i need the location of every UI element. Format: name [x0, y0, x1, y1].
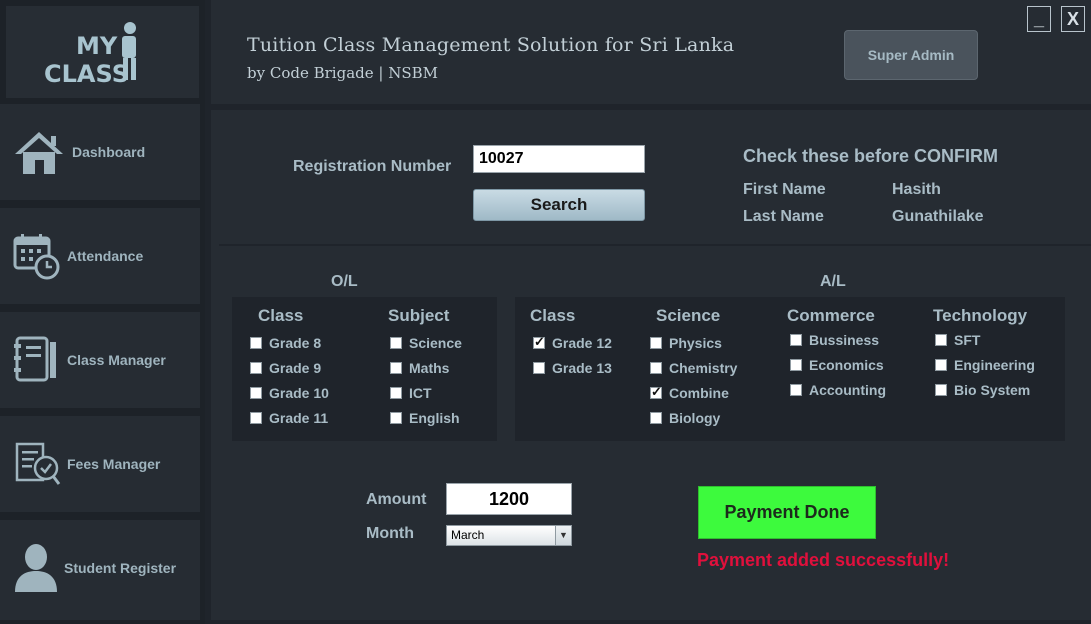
minimize-button[interactable]: _ [1027, 6, 1051, 32]
checkbox[interactable] [790, 384, 802, 396]
checkbox[interactable] [250, 362, 262, 374]
checkbox[interactable] [790, 359, 802, 371]
al-technology-header: Technology [933, 306, 1028, 325]
divider [219, 244, 1091, 246]
checkbox[interactable] [390, 337, 402, 349]
checkbox[interactable] [250, 412, 262, 424]
month-label: Month [366, 525, 414, 542]
registration-number-label: Registration Number [293, 158, 452, 175]
checkbox[interactable] [533, 334, 545, 350]
checkbox[interactable] [250, 387, 262, 399]
checkbox-sft[interactable]: SFT [935, 332, 980, 348]
checkbox-grade-10[interactable]: Grade 10 [250, 385, 329, 401]
checkbox-science[interactable]: Science [390, 335, 462, 351]
amount-input[interactable]: 1200 [446, 483, 572, 515]
sidebar-item-attendance[interactable]: Attendance [0, 208, 200, 304]
checkbox-accounting[interactable]: Accounting [790, 382, 886, 398]
checkbox-grade-11[interactable]: Grade 11 [250, 410, 328, 426]
month-select-value: March [451, 528, 485, 542]
checkbox[interactable] [650, 384, 662, 400]
checkbox-grade-9[interactable]: Grade 9 [250, 360, 321, 376]
checkbox[interactable] [390, 362, 402, 374]
month-select[interactable]: March ▼ [446, 525, 572, 546]
al-commerce-header: Commerce [787, 306, 875, 325]
checkbox[interactable] [790, 334, 802, 346]
sidebar-item-label: Dashboard [72, 144, 146, 160]
status-message: Payment added successfully! [697, 550, 950, 570]
search-button[interactable]: Search [473, 189, 645, 221]
notebook-icon [14, 336, 56, 382]
last-name-label: Last Name [743, 208, 824, 225]
calendar-clock-icon [13, 234, 60, 280]
checkbox[interactable] [533, 362, 545, 374]
checkbox[interactable] [250, 337, 262, 349]
app-title: Tuition Class Management Solution for Sr… [247, 34, 735, 56]
checkbox[interactable] [935, 334, 947, 346]
checkbox-maths[interactable]: Maths [390, 360, 449, 376]
svg-text:CLASS: CLASS [44, 60, 129, 88]
logo-figure-icon: MY CLASS [44, 22, 136, 88]
checkbox-chemistry[interactable]: Chemistry [650, 360, 737, 376]
sidebar-item-dashboard[interactable]: Dashboard [0, 104, 200, 200]
sidebar-item-label: Student Register [64, 560, 177, 576]
checkbox-grade-12[interactable]: Grade 12 [533, 334, 612, 351]
checkbox-grade-8[interactable]: Grade 8 [250, 335, 321, 351]
confirm-heading: Check these before CONFIRM [743, 146, 999, 166]
amount-label: Amount [366, 491, 427, 508]
ol-subject-header: Subject [388, 306, 450, 325]
user-icon [15, 544, 57, 592]
super-admin-button[interactable]: Super Admin [844, 30, 978, 80]
home-icon [15, 132, 63, 174]
checkbox[interactable] [390, 412, 402, 424]
checkbox-economics[interactable]: Economics [790, 357, 884, 373]
app-logo: MY CLASS [6, 6, 199, 98]
checkbox-grade-13[interactable]: Grade 13 [533, 360, 612, 376]
first-name-label: First Name [743, 181, 826, 198]
checkbox[interactable] [650, 362, 662, 374]
sidebar-item-label: Fees Manager [67, 456, 161, 472]
registration-number-input[interactable]: 10027 [473, 145, 645, 173]
checkbox[interactable] [650, 412, 662, 424]
checkbox-engineering[interactable]: Engineering [935, 357, 1035, 373]
checkbox-bio-system[interactable]: Bio System [935, 382, 1030, 398]
checkbox[interactable] [935, 384, 947, 396]
ol-class-header: Class [258, 306, 304, 325]
checkbox-combine[interactable]: Combine [650, 384, 729, 401]
checkbox[interactable] [390, 387, 402, 399]
first-name-value: Hasith [892, 181, 941, 198]
sidebar-item-label: Attendance [67, 248, 144, 264]
payment-done-button[interactable]: Payment Done [698, 486, 876, 539]
checkbox-biology[interactable]: Biology [650, 410, 720, 426]
ol-title: O/L [331, 273, 358, 290]
checkbox-bussiness[interactable]: Bussiness [790, 332, 879, 348]
chevron-down-icon[interactable]: ▼ [555, 526, 571, 545]
sidebar-item-label: Class Manager [67, 352, 166, 368]
sidebar-item-fees-manager[interactable]: Fees Manager [0, 416, 200, 512]
close-button[interactable]: X [1061, 6, 1085, 32]
svg-text:MY: MY [76, 32, 118, 60]
receipt-check-icon [15, 442, 61, 485]
checkbox[interactable] [935, 359, 947, 371]
checkbox-ict[interactable]: ICT [390, 385, 432, 401]
al-class-header: Class [530, 306, 576, 325]
sidebar-item-class-manager[interactable]: Class Manager [0, 312, 200, 408]
al-science-header: Science [656, 306, 721, 325]
app-subtitle: by Code Brigade | NSBM [247, 64, 438, 82]
checkbox-physics[interactable]: Physics [650, 335, 722, 351]
checkbox-english[interactable]: English [390, 410, 460, 426]
sidebar-item-student-register[interactable]: Student Register [0, 520, 200, 620]
last-name-value: Gunathilake [892, 208, 984, 225]
checkbox[interactable] [650, 337, 662, 349]
al-title: A/L [820, 273, 846, 290]
